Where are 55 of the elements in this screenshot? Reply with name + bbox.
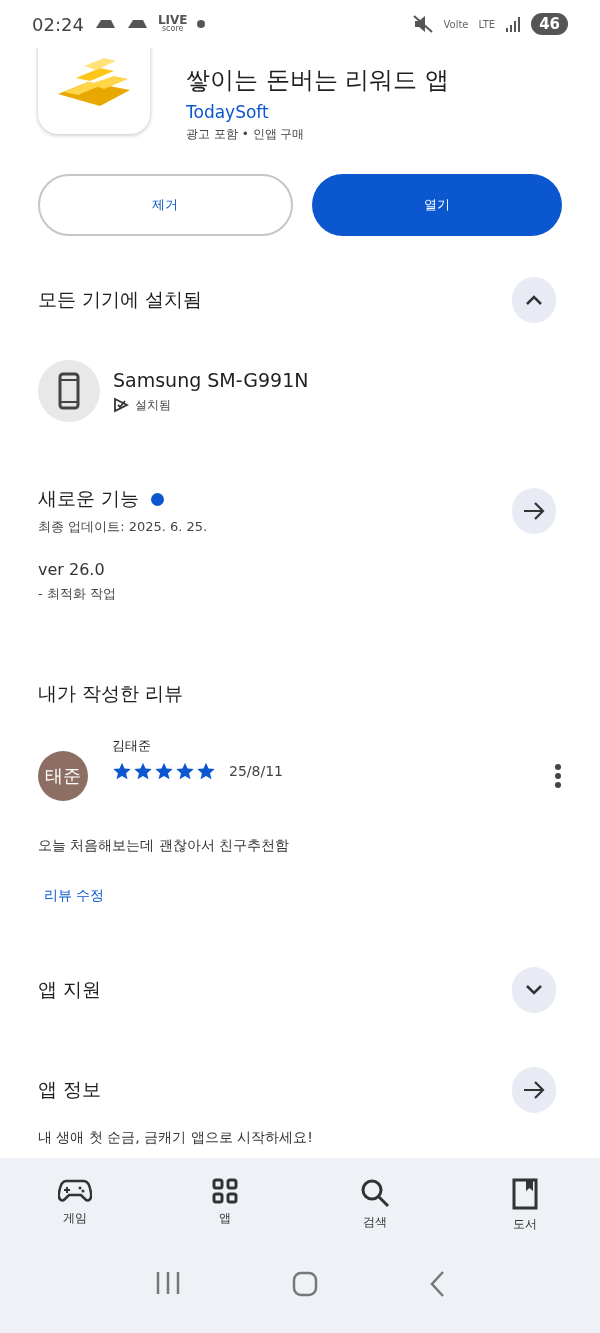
apps-grid-icon <box>212 1178 238 1204</box>
install-status: 설치됨 <box>135 396 171 414</box>
star-icon <box>133 761 153 781</box>
clock: 02:24 <box>32 13 84 35</box>
arrow-button[interactable] <box>512 1067 556 1113</box>
uninstall-button[interactable]: 제거 <box>38 174 293 236</box>
edit-review-link[interactable]: 리뷰 수정 <box>44 887 105 903</box>
app-meta: 광고 포함 • 인앱 구매 <box>186 126 306 143</box>
volte-indicator: Volte <box>443 18 469 30</box>
expand-button[interactable] <box>512 967 556 1013</box>
dot-icon <box>197 20 206 28</box>
livescore-logo: LIVE score <box>157 16 188 32</box>
app-title: 쌓이는 돈버는 리워드 앱 <box>186 65 449 96</box>
developer-link[interactable]: TodaySoft <box>186 102 449 122</box>
arrow-button[interactable] <box>512 488 556 534</box>
section-heading: 새로운 기능 <box>38 486 140 511</box>
collapse-button[interactable] <box>512 277 556 323</box>
nav-tab[interactable]: 검색 <box>300 1178 450 1233</box>
nav-tab[interactable]: 앱 <box>150 1178 300 1233</box>
back-icon[interactable] <box>428 1271 445 1297</box>
nav-tab[interactable]: 게임 <box>0 1178 150 1233</box>
star-icon <box>175 761 195 781</box>
reviewer-name: 김태준 <box>112 737 152 755</box>
version-text: ver 26.0 <box>37 560 106 579</box>
device-name: Samsung SM-G991N <box>113 368 309 391</box>
play-check-icon <box>113 397 129 413</box>
arrow-right-icon <box>523 1081 545 1099</box>
review-date: 25/8/11 <box>229 763 283 779</box>
section-heading: 앱 정보 <box>38 1077 102 1102</box>
star-icon <box>196 761 216 781</box>
home-icon[interactable] <box>292 1271 318 1297</box>
recent-apps-icon[interactable] <box>155 1271 182 1295</box>
signal-icon <box>505 16 522 32</box>
mute-icon <box>413 15 434 33</box>
release-notes: - 최적화 작업 <box>37 585 117 603</box>
book-icon <box>512 1178 538 1210</box>
app-description: 내 생애 첫 순금, 금캐기 앱으로 시작하세요! <box>37 1129 314 1147</box>
review-text: 오늘 처음해보는데 괜찮아서 친구추천함 <box>37 837 291 855</box>
network-type: LTE <box>478 18 496 30</box>
user-avatar: 태준 <box>38 751 88 801</box>
battery-level: 46 <box>531 13 568 35</box>
chevron-up-icon <box>525 294 543 306</box>
star-icon <box>112 761 132 781</box>
chevron-down-icon <box>525 984 543 996</box>
star-icon <box>154 761 174 781</box>
update-date: 최종 업데이트: 2025. 6. 25. <box>38 518 208 536</box>
section-heading: 모든 기기에 설치됨 <box>38 287 203 312</box>
arrow-right-icon <box>523 502 545 520</box>
more-options-icon[interactable] <box>554 763 562 789</box>
section-heading: 앱 지원 <box>38 977 102 1002</box>
search-icon <box>360 1178 390 1208</box>
gamepad-icon <box>58 1178 92 1204</box>
section-heading: 내가 작성한 리뷰 <box>38 681 184 706</box>
nav-tab[interactable]: 도서 <box>450 1178 600 1233</box>
open-button[interactable]: 열기 <box>311 174 562 236</box>
